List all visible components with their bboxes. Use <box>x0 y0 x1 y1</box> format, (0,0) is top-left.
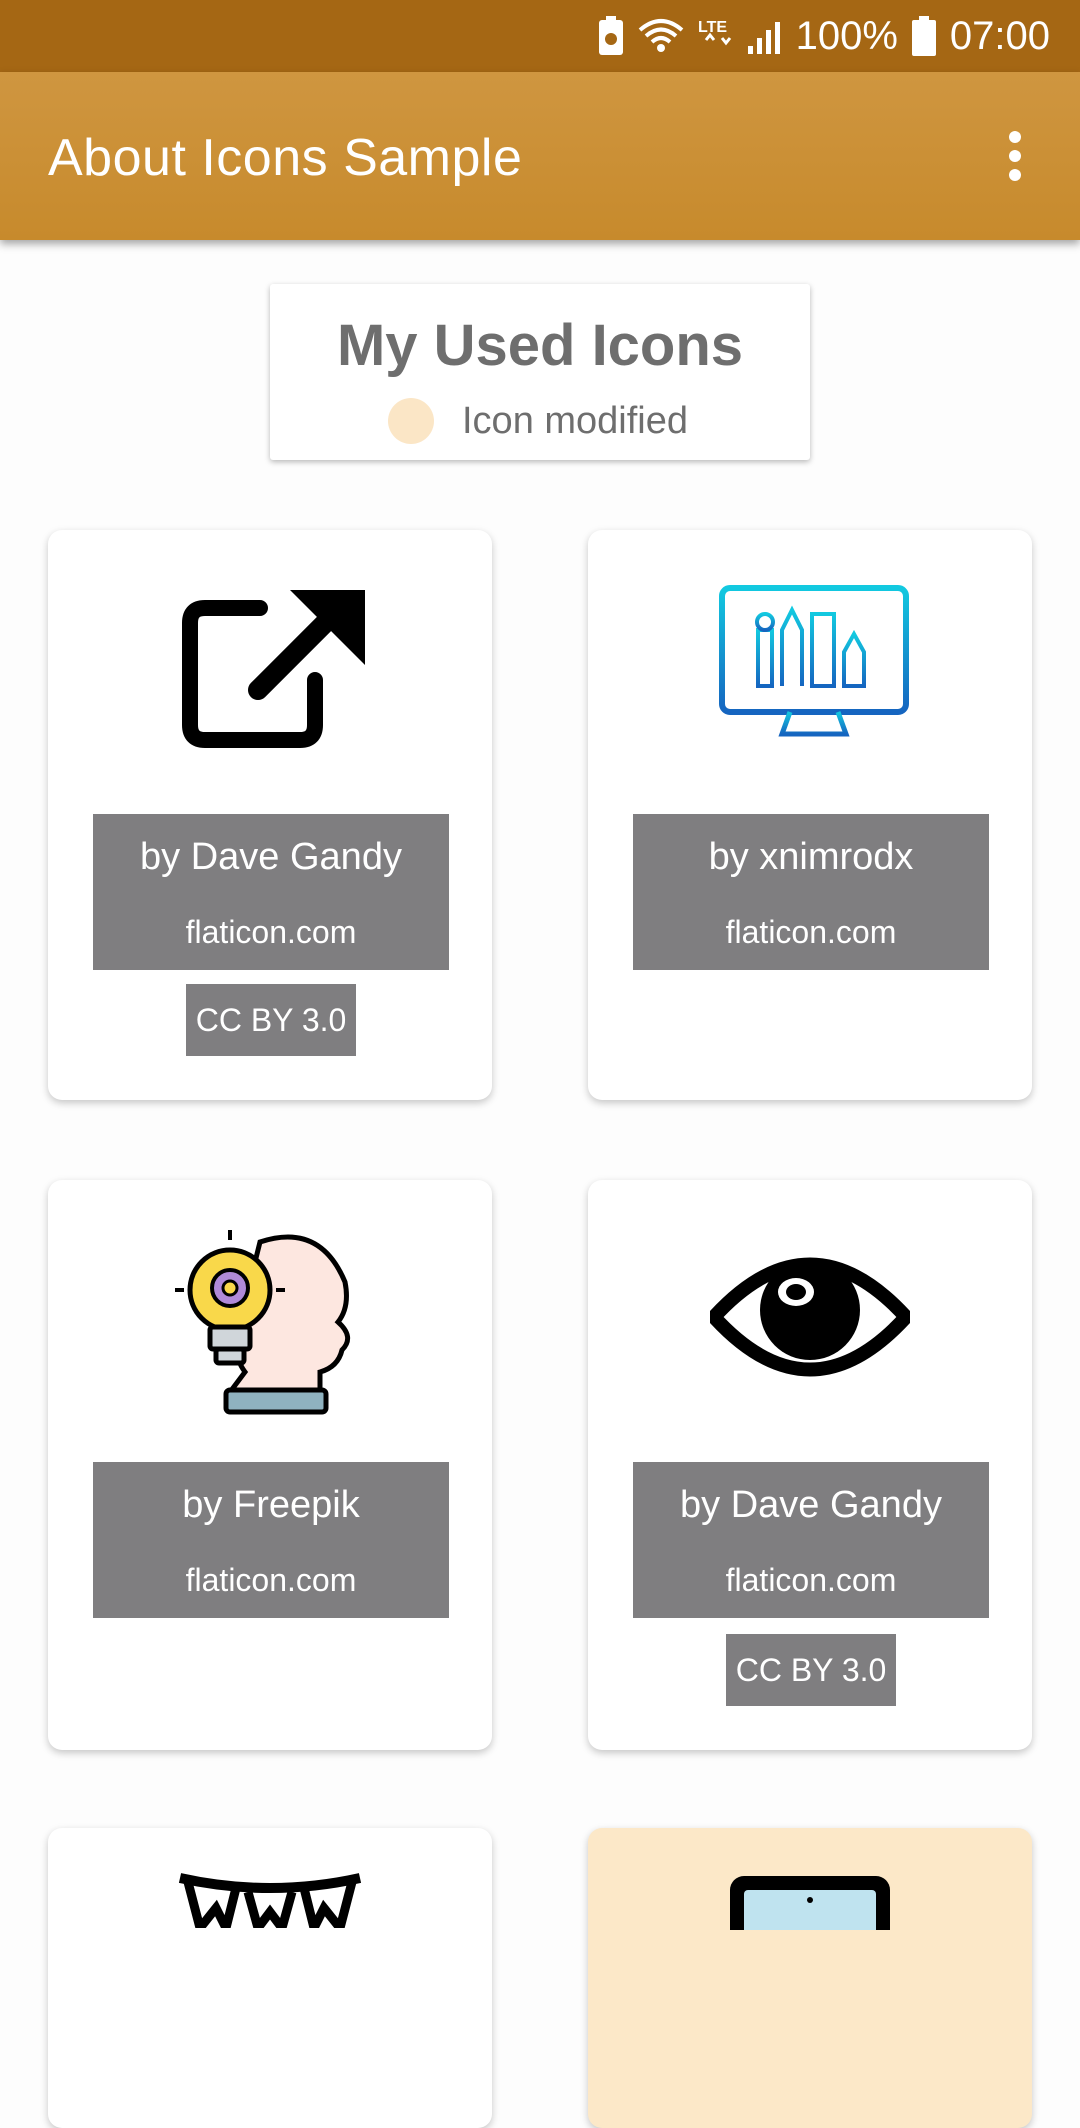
battery-icon <box>911 16 936 56</box>
modified-indicator-dot <box>388 398 434 444</box>
laptop-icon <box>730 1876 890 1930</box>
bunting-icon <box>178 1873 362 1928</box>
site-label: flaticon.com <box>185 914 357 950</box>
app-bar: About Icons Sample <box>0 72 1080 240</box>
more-vert-icon <box>1009 131 1021 181</box>
legend-card: My Used Icons Icon modified <box>270 284 810 460</box>
status-bar: LTE 100% 07:00 <box>0 0 1080 72</box>
icon-card[interactable]: by Freepik flaticon.com <box>48 1180 492 1750</box>
clock: 07:00 <box>949 13 1050 58</box>
license-badge[interactable]: CC BY 3.0 <box>186 984 356 1056</box>
design-monitor-icon <box>719 585 909 743</box>
license-badge[interactable]: CC BY 3.0 <box>726 1634 896 1706</box>
lte-signal-icon: LTE <box>698 16 732 56</box>
icon-card[interactable] <box>48 1828 492 2128</box>
attribution-box[interactable]: by Dave Gandy flaticon.com <box>93 814 449 970</box>
wifi-icon <box>638 16 684 56</box>
legend-title: My Used Icons <box>336 313 744 378</box>
icon-card[interactable]: by xnimrodx flaticon.com <box>588 530 1032 1100</box>
site-label: flaticon.com <box>185 1562 357 1598</box>
eye-icon <box>710 1257 910 1377</box>
overflow-menu-button[interactable] <box>980 118 1050 194</box>
author-label: by xnimrodx <box>708 836 914 878</box>
external-link-icon <box>182 590 365 748</box>
legend-modified-label: Icon modified <box>462 400 689 442</box>
battery-percent: 100% <box>795 13 898 58</box>
author-label: by Dave Gandy <box>680 1484 942 1526</box>
battery-saver-icon <box>598 16 624 56</box>
site-label: flaticon.com <box>725 914 897 950</box>
attribution-box[interactable]: by Freepik flaticon.com <box>93 1462 449 1618</box>
icon-card[interactable] <box>588 1828 1032 2128</box>
attribution-box[interactable]: by Dave Gandy flaticon.com <box>633 1462 989 1618</box>
cell-signal-icon <box>746 16 782 56</box>
app-title: About Icons Sample <box>48 129 523 187</box>
author-label: by Dave Gandy <box>140 836 402 878</box>
lte-label: LTE <box>698 19 727 36</box>
idea-head-icon <box>175 1230 351 1415</box>
site-label: flaticon.com <box>725 1562 897 1598</box>
icon-card[interactable]: by Dave Gandy flaticon.com CC BY 3.0 <box>48 530 492 1100</box>
icon-card[interactable]: by Dave Gandy flaticon.com CC BY 3.0 <box>588 1180 1032 1750</box>
author-label: by Freepik <box>182 1484 360 1526</box>
attribution-box[interactable]: by xnimrodx flaticon.com <box>633 814 989 970</box>
